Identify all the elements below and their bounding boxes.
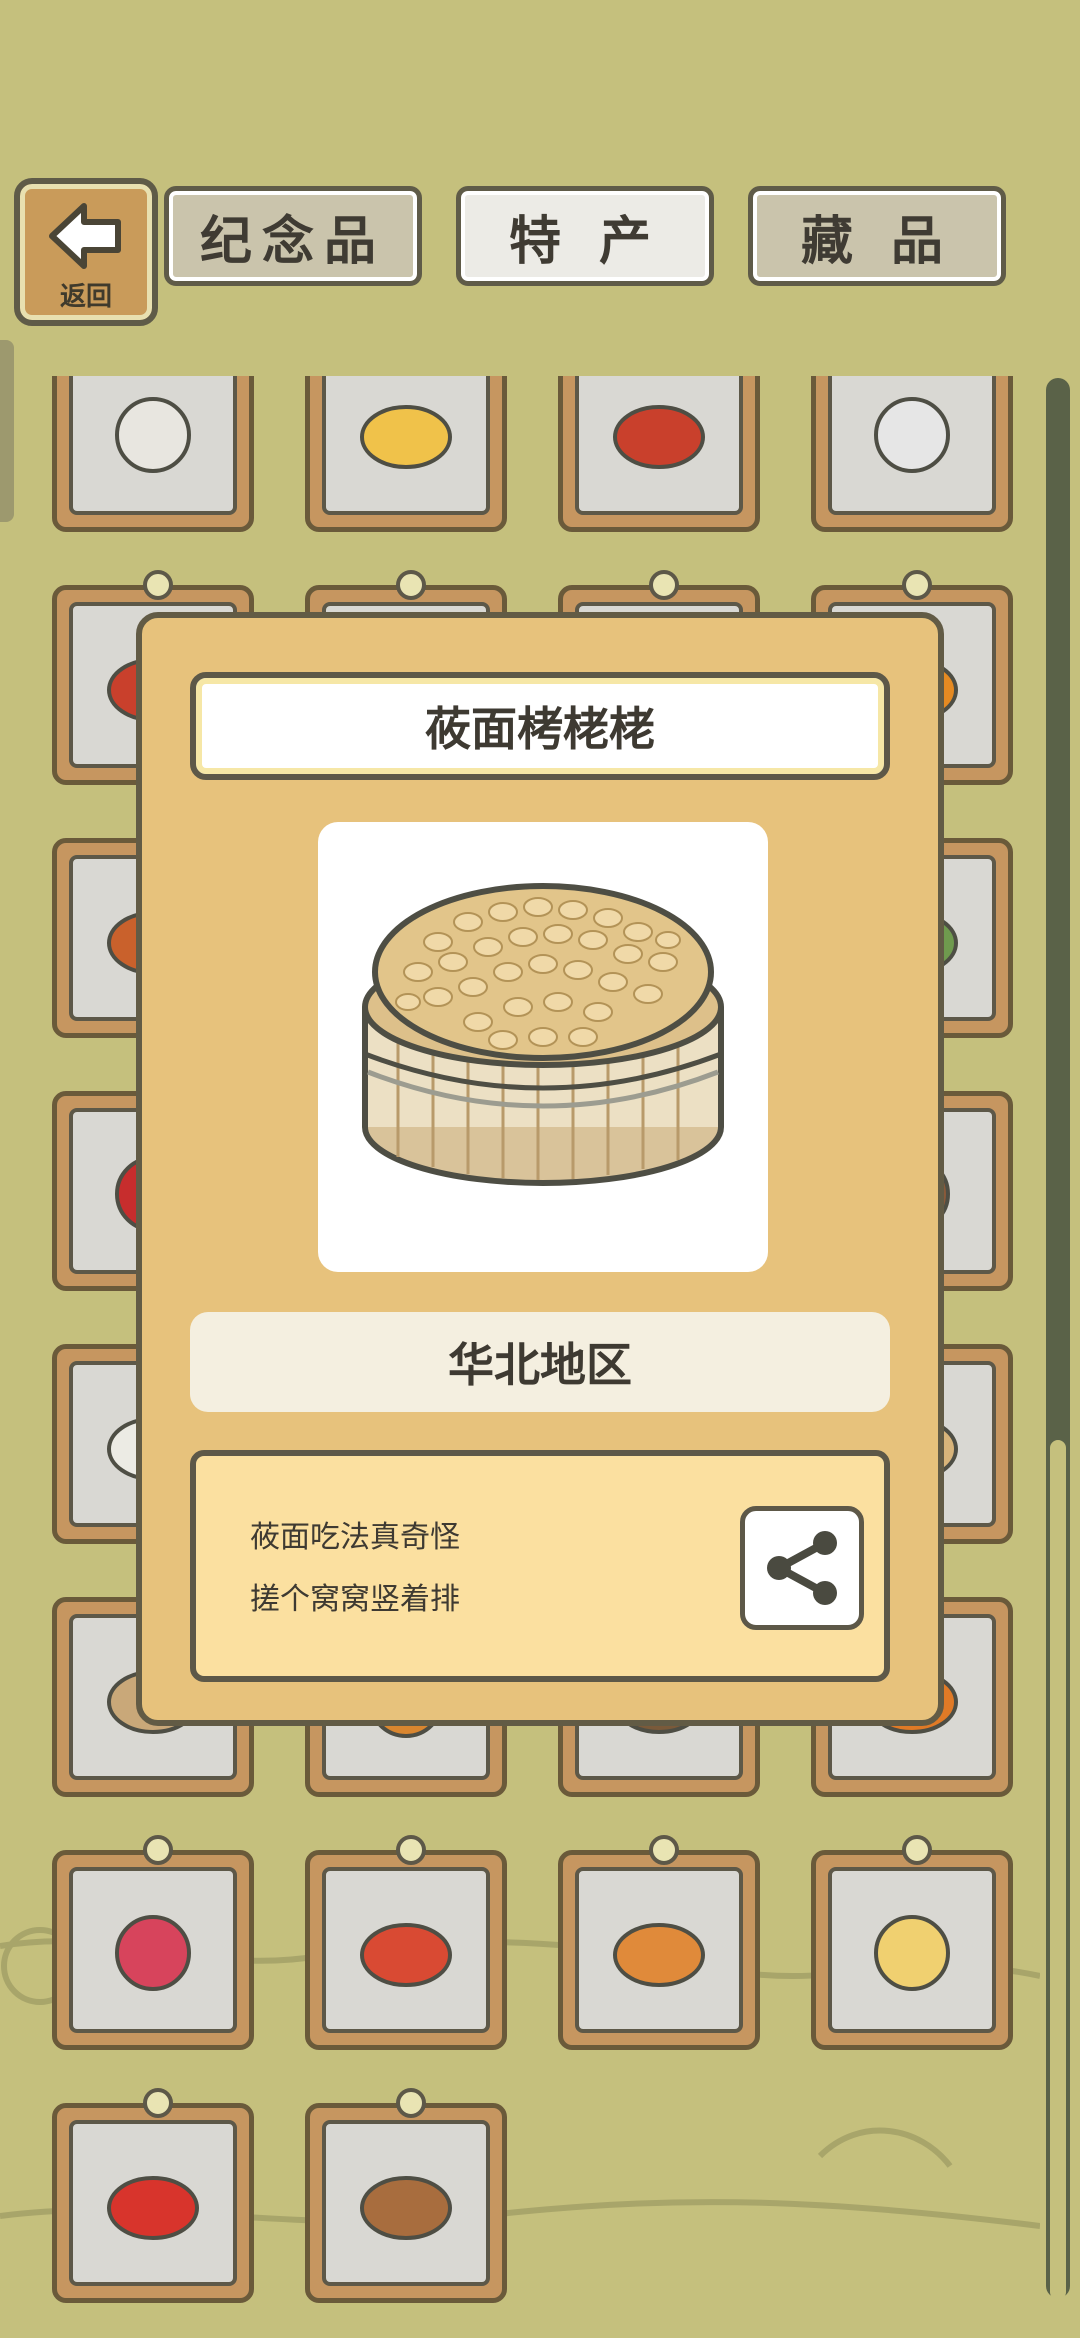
card-slot — [322, 1867, 490, 2033]
item-detail-modal: 莜面栲栳栳 华北地区 莜面吃法真奇怪 搓个窝窝竖着排 — [136, 612, 944, 1726]
back-button[interactable]: 返回 — [14, 178, 158, 326]
card-slot — [69, 2120, 237, 2286]
grid-card-pancakes[interactable] — [305, 2088, 507, 2303]
steamer-basket-icon — [362, 883, 724, 1186]
grid-card-tea-can[interactable] — [558, 376, 760, 532]
cheese-icon — [360, 405, 452, 469]
pumpkins-icon — [613, 1923, 705, 1987]
card-slot — [322, 376, 490, 515]
description-line-2: 搓个窝窝竖着排 — [250, 1582, 460, 1617]
tab-collectibles[interactable]: 藏 品 — [748, 186, 1006, 286]
glass-bottle-icon — [874, 397, 950, 473]
milk-jug-icon — [115, 397, 191, 473]
apple-icon — [107, 2176, 199, 2240]
card-hook — [143, 570, 173, 600]
item-region: 华北地区 — [190, 1312, 890, 1412]
card-slot — [69, 1867, 237, 2033]
card-slot — [828, 376, 996, 515]
grid-card-milk-jug[interactable] — [52, 376, 254, 532]
card-slot — [575, 376, 743, 515]
description-line-1: 莜面吃法真奇怪 — [250, 1520, 460, 1555]
grid-card-tomatoes[interactable] — [305, 1835, 507, 2050]
item-title: 莜面栲栳栳 — [190, 672, 890, 780]
tab-souvenirs[interactable]: 纪念品 — [164, 186, 422, 286]
card-hook — [396, 2088, 426, 2118]
card-hook — [143, 2088, 173, 2118]
back-arrow-icon — [49, 203, 121, 269]
card-hook — [902, 570, 932, 600]
top-bar — [0, 0, 1080, 340]
share-button[interactable] — [740, 1506, 864, 1630]
card-hook — [649, 570, 679, 600]
back-button-label: 返回 — [59, 282, 112, 312]
grid-card-glass-bottle[interactable] — [811, 376, 1013, 532]
grid-card-pumpkins[interactable] — [558, 1835, 760, 2050]
grid-card-radish[interactable] — [52, 1835, 254, 2050]
radish-icon — [115, 1915, 191, 1991]
grid-card-apple[interactable] — [52, 2088, 254, 2303]
card-slot — [828, 1867, 996, 2033]
item-image — [318, 822, 768, 1272]
card-hook — [143, 1835, 173, 1865]
tab-specialties[interactable]: 特 产 — [456, 186, 714, 286]
grid-card-shredded-food[interactable] — [811, 1835, 1013, 2050]
card-hook — [649, 1835, 679, 1865]
tea-can-icon — [613, 405, 705, 469]
card-slot — [322, 2120, 490, 2286]
shredded-food-icon — [874, 1915, 950, 1991]
tomatoes-icon — [360, 1923, 452, 1987]
share-icon — [767, 1531, 837, 1605]
card-slot — [575, 1867, 743, 2033]
card-hook — [396, 570, 426, 600]
card-hook — [902, 1835, 932, 1865]
grid-card-cheese[interactable] — [305, 376, 507, 532]
card-slot — [69, 376, 237, 515]
scrollbar-thumb[interactable] — [1050, 1440, 1066, 2300]
pancakes-icon — [360, 2176, 452, 2240]
card-hook — [396, 1835, 426, 1865]
item-description-panel: 莜面吃法真奇怪 搓个窝窝竖着排 — [190, 1450, 890, 1682]
